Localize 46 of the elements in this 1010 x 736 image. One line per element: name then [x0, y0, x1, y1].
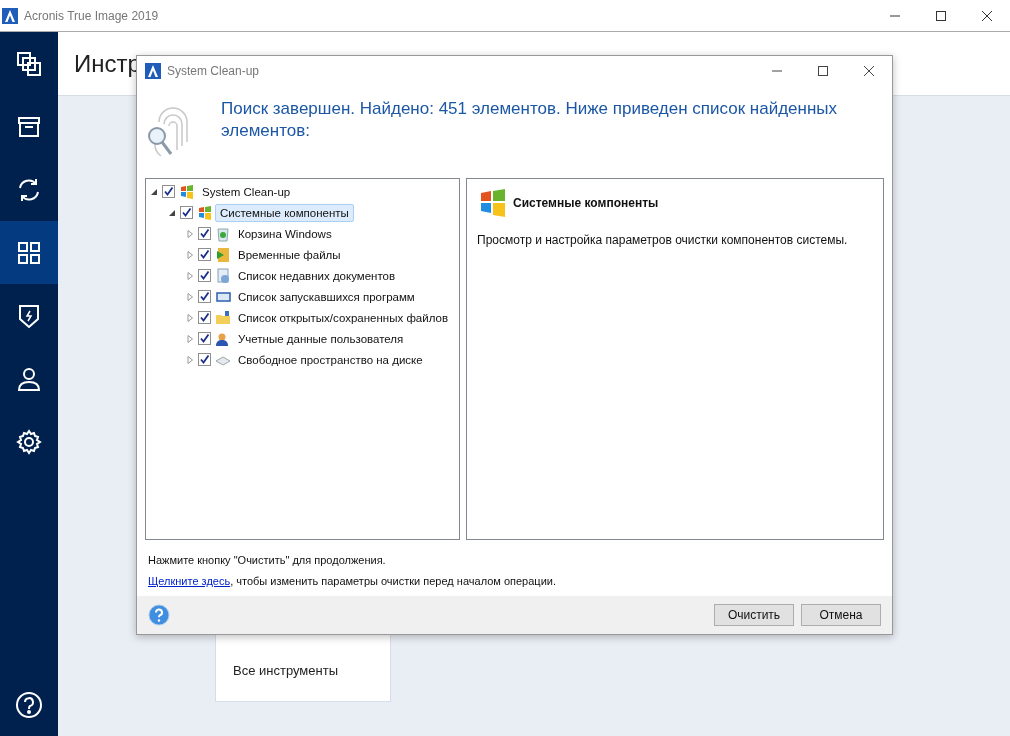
- instruction-text: Нажмите кнопку "Очистить" для продолжения.: [148, 554, 387, 566]
- checkbox[interactable]: [198, 290, 211, 303]
- expanded-arrow-icon[interactable]: [150, 187, 160, 196]
- help-icon[interactable]: [148, 604, 170, 626]
- copies-icon: [15, 49, 43, 78]
- all-tools-card[interactable]: Все инструменты: [215, 634, 391, 702]
- checkbox[interactable]: [198, 248, 211, 261]
- sidebar-item[interactable]: [0, 221, 58, 284]
- dialog-title: System Clean-up: [167, 64, 260, 78]
- maximize-icon[interactable]: [817, 65, 829, 77]
- tree-item[interactable]: Учетные данные пользователя: [233, 329, 409, 348]
- details-description: Просмотр и настройка параметров очистки компонентов системы.: [477, 233, 849, 247]
- tree-item[interactable]: System Clean-up: [197, 182, 296, 201]
- checkbox[interactable]: [198, 269, 211, 282]
- document-clock-icon: [215, 267, 231, 284]
- maximize-icon[interactable]: [935, 9, 947, 22]
- close-icon[interactable]: [981, 9, 993, 22]
- tree-item[interactable]: Свободное пространство на диске: [233, 350, 428, 369]
- clean-button[interactable]: Очистить: [714, 604, 794, 626]
- tree-item[interactable]: Список недавних документов: [233, 266, 401, 285]
- tree-item[interactable]: Список открытых/сохраненных файлов: [233, 308, 453, 327]
- tree-item[interactable]: Корзина Windows: [233, 224, 337, 243]
- checkbox[interactable]: [162, 185, 175, 198]
- settings-icon: [15, 427, 43, 456]
- settings-hint-text: Щелкните здесь, чтобы изменить параметры очистки перед началом операции.: [148, 575, 557, 587]
- windows-logo-icon: [179, 183, 195, 200]
- checkbox[interactable]: [198, 311, 211, 324]
- recycle-bin-icon: [215, 225, 231, 242]
- cancel-button[interactable]: Отмена: [801, 604, 881, 626]
- tree-item[interactable]: Список запускавшихся программ: [233, 287, 420, 306]
- checkbox[interactable]: [198, 332, 211, 345]
- checkbox[interactable]: [198, 227, 211, 240]
- help-icon: [15, 690, 43, 719]
- app-window-title: Acronis True Image 2019: [24, 8, 159, 23]
- details-title: Системные компоненты: [513, 196, 659, 210]
- close-icon[interactable]: [863, 65, 875, 77]
- windows-logo-icon: [197, 204, 213, 221]
- search-result-heading: Поиск завершен. Найдено: 451 элементов. Ниже приведен список найденных элементов:: [221, 98, 839, 142]
- checkbox[interactable]: [198, 353, 211, 366]
- temp-files-icon: [215, 246, 231, 263]
- tree-item[interactable]: Системные компоненты: [215, 203, 354, 222]
- dialog-logo-icon: [145, 63, 161, 79]
- checkbox[interactable]: [180, 206, 193, 219]
- tree-item[interactable]: Временные файлы: [233, 245, 346, 264]
- folder-icon: [215, 309, 231, 326]
- expanded-arrow-icon[interactable]: [168, 208, 178, 217]
